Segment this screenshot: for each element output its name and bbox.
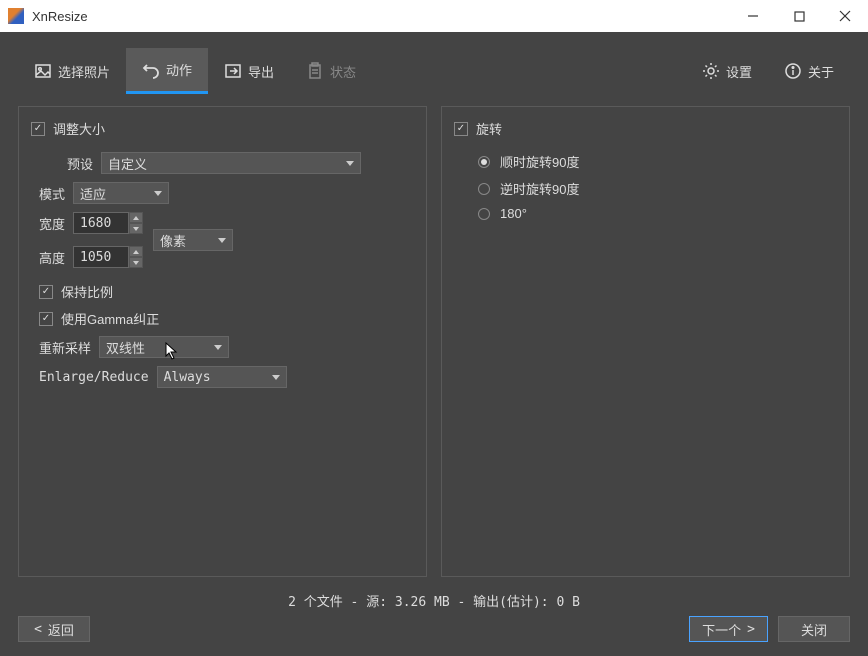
minimize-icon xyxy=(747,10,759,22)
gamma-checkbox[interactable]: ✓ xyxy=(39,312,53,326)
tab-label: 动作 xyxy=(166,60,192,79)
info-icon xyxy=(784,62,802,80)
height-spin-down[interactable] xyxy=(129,257,143,268)
rotate-ccw90-radio[interactable] xyxy=(478,183,490,195)
gear-icon xyxy=(702,62,720,80)
rotate-title: 旋转 xyxy=(476,119,502,138)
rotate-cw90-radio[interactable] xyxy=(478,156,490,168)
tab-select-photos[interactable]: 选择照片 xyxy=(18,48,126,94)
rotate-checkbox[interactable]: ✓ xyxy=(454,122,468,136)
chevron-down-icon xyxy=(154,191,162,196)
keep-ratio-label: 保持比例 xyxy=(61,282,113,301)
width-label: 宽度 xyxy=(39,214,65,233)
tabbar: 选择照片 动作 导出 状态 设置 xyxy=(0,32,868,94)
preset-select[interactable]: 自定义 xyxy=(101,152,361,174)
width-value[interactable]: 1680 xyxy=(73,212,129,234)
maximize-icon xyxy=(794,11,805,22)
tab-status: 状态 xyxy=(290,48,372,94)
chevron-down-icon xyxy=(214,345,222,350)
width-spin-down[interactable] xyxy=(129,223,143,234)
tab-action[interactable]: 动作 xyxy=(126,48,208,94)
unit-select[interactable]: 像素 xyxy=(153,229,233,251)
preset-label: 预设 xyxy=(67,154,93,173)
back-button[interactable]: 返回 xyxy=(18,616,90,642)
mode-label: 模式 xyxy=(39,184,65,203)
enlarge-value: Always xyxy=(164,370,264,385)
width-input[interactable]: 1680 xyxy=(73,212,143,234)
enlarge-select[interactable]: Always xyxy=(157,366,287,388)
preset-value: 自定义 xyxy=(108,154,338,173)
tab-settings[interactable]: 设置 xyxy=(686,48,768,94)
chevron-up-icon xyxy=(133,250,139,254)
window-title: XnResize xyxy=(32,9,730,24)
tab-about[interactable]: 关于 xyxy=(768,48,850,94)
keep-ratio-checkbox[interactable]: ✓ xyxy=(39,285,53,299)
tab-label: 关于 xyxy=(808,62,834,81)
height-spin-up[interactable] xyxy=(129,246,143,257)
next-button[interactable]: 下一个 xyxy=(689,616,768,642)
close-button[interactable]: 关闭 xyxy=(778,616,850,642)
tab-label: 导出 xyxy=(248,62,274,81)
resample-select[interactable]: 双线性 xyxy=(99,336,229,358)
width-spin-up[interactable] xyxy=(129,212,143,223)
chevron-down-icon xyxy=(218,238,226,243)
close-window-button[interactable] xyxy=(822,0,868,32)
close-label: 关闭 xyxy=(801,620,827,639)
tab-export[interactable]: 导出 xyxy=(208,48,290,94)
mode-select[interactable]: 适应 xyxy=(73,182,169,204)
rotate-180-label: 180° xyxy=(500,206,527,221)
maximize-button[interactable] xyxy=(776,0,822,32)
tab-label: 设置 xyxy=(726,62,752,81)
footer: 返回 下一个 关闭 xyxy=(0,616,868,656)
gamma-label: 使用Gamma纠正 xyxy=(61,309,159,328)
back-label: 返回 xyxy=(48,620,74,639)
chevron-down-icon xyxy=(133,261,139,265)
resize-title: 调整大小 xyxy=(53,119,105,138)
minimize-button[interactable] xyxy=(730,0,776,32)
photo-icon xyxy=(34,62,52,80)
clipboard-icon xyxy=(306,62,324,80)
titlebar: XnResize xyxy=(0,0,868,32)
height-label: 高度 xyxy=(39,248,65,267)
chevron-down-icon xyxy=(346,161,354,166)
next-label: 下一个 xyxy=(702,620,741,639)
tab-label: 状态 xyxy=(330,62,356,81)
height-input[interactable]: 1050 xyxy=(73,246,143,268)
height-value[interactable]: 1050 xyxy=(73,246,129,268)
resample-label: 重新采样 xyxy=(39,338,91,357)
export-icon xyxy=(224,62,242,80)
chevron-down-icon xyxy=(133,227,139,231)
chevron-up-icon xyxy=(133,216,139,220)
mode-value: 适应 xyxy=(80,184,146,203)
rotate-cw90-label: 顺时旋转90度 xyxy=(500,152,579,171)
unit-value: 像素 xyxy=(160,231,210,250)
resize-panel: ✓ 调整大小 预设 自定义 模式 适应 宽 xyxy=(18,106,427,577)
enlarge-label: Enlarge/Reduce xyxy=(39,370,149,385)
rotate-panel: ✓ 旋转 顺时旋转90度 逆时旋转90度 180° xyxy=(441,106,850,577)
chevron-down-icon xyxy=(272,375,280,380)
resample-value: 双线性 xyxy=(106,338,206,357)
resize-checkbox[interactable]: ✓ xyxy=(31,122,45,136)
tab-label: 选择照片 xyxy=(58,62,110,81)
close-icon xyxy=(839,10,851,22)
statusbar: 2 个文件 - 源: 3.26 MB - 输出(估计): 0 B xyxy=(0,587,868,616)
app-logo-icon xyxy=(8,8,24,24)
undo-icon xyxy=(142,61,160,79)
rotate-180-radio[interactable] xyxy=(478,208,490,220)
rotate-ccw90-label: 逆时旋转90度 xyxy=(500,179,579,198)
